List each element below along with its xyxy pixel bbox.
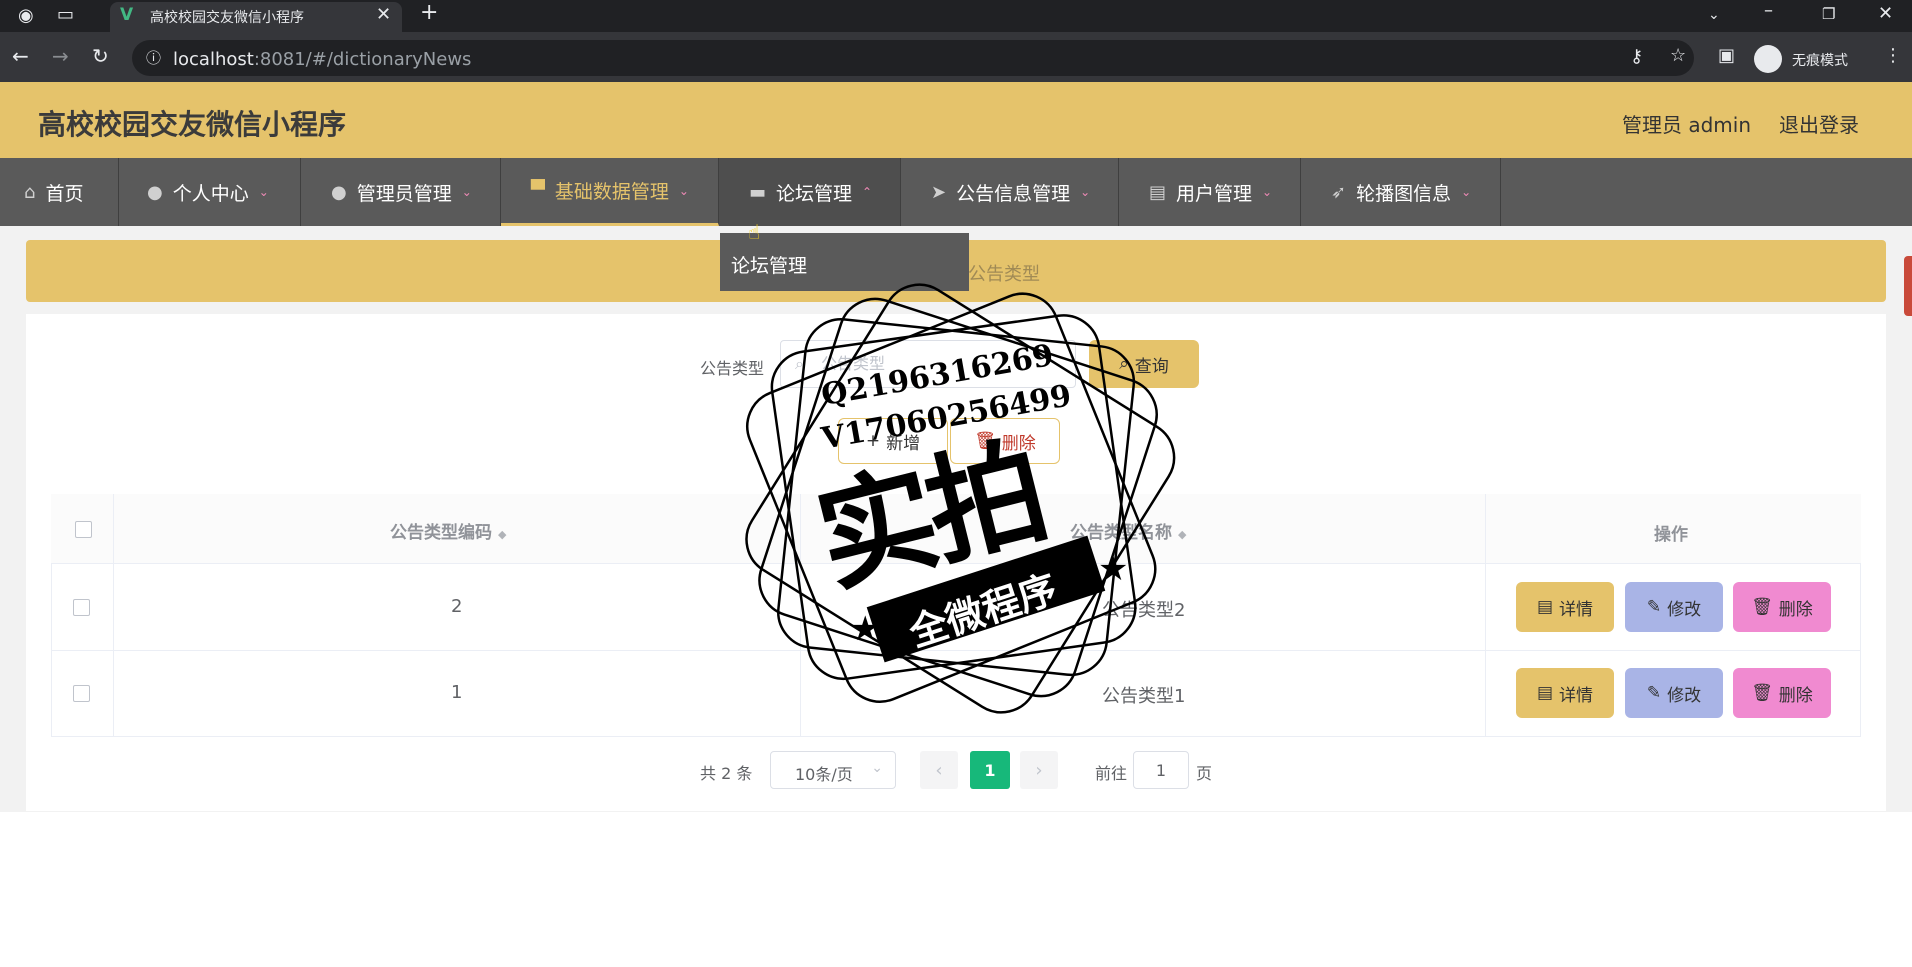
- detail-label: 详情: [1559, 685, 1594, 706]
- detail-button[interactable]: ▤ 详情: [1516, 668, 1614, 718]
- close-window-icon[interactable]: ✕: [1878, 5, 1893, 23]
- page-suffix: 页: [1196, 764, 1213, 783]
- navigation-icon: ➶: [1331, 181, 1347, 203]
- chevron-down-icon: ⌄: [871, 760, 883, 776]
- nav-item-admin-management[interactable]: ● 管理员管理 ⌄: [301, 158, 501, 226]
- trash-icon: 🗑: [1751, 683, 1773, 703]
- column-divider: [1485, 494, 1486, 737]
- nav-label: 管理员管理: [356, 182, 452, 205]
- pagination-total: 共 2 条: [700, 764, 753, 783]
- edit-label: 修改: [1667, 685, 1702, 706]
- nav-label: 用户管理: [1176, 182, 1253, 205]
- scrollbar-thumb[interactable]: [1904, 256, 1912, 316]
- delete-button[interactable]: 🗑 删除: [1733, 582, 1831, 632]
- incognito-icon[interactable]: [1754, 45, 1782, 73]
- user-icon: ●: [331, 181, 347, 203]
- chevron-down-icon: ⌄: [1461, 185, 1472, 199]
- logout-link[interactable]: 退出登录: [1779, 109, 1859, 138]
- edit-label: 修改: [1667, 599, 1702, 620]
- page-size-select[interactable]: 10条/页 ⌄: [770, 751, 896, 789]
- back-icon[interactable]: ←: [12, 46, 29, 66]
- select-all-checkbox[interactable]: [75, 521, 92, 538]
- page-size-value: 10条/页: [795, 765, 853, 784]
- reload-icon[interactable]: ↻: [92, 46, 109, 66]
- row-code: 2: [451, 596, 463, 617]
- column-header-code[interactable]: 公告类型编码 ◆: [390, 518, 506, 543]
- briefcase-icon: ▬: [749, 181, 767, 203]
- goto-page-input[interactable]: 1: [1133, 751, 1189, 789]
- delete-label: 删除: [1778, 599, 1813, 620]
- nav-label: 个人中心: [172, 182, 249, 205]
- chevron-left-icon: ‹: [935, 759, 943, 781]
- key-icon[interactable]: ⚷: [1630, 48, 1643, 66]
- nav-item-forum[interactable]: ▬ 论坛管理 ⌃: [719, 158, 901, 226]
- delete-label: 删除: [1778, 685, 1813, 706]
- minimize-icon[interactable]: –: [1764, 2, 1773, 20]
- row-checkbox[interactable]: [73, 599, 90, 616]
- close-tab-icon[interactable]: ✕: [376, 6, 391, 24]
- chevron-right-icon: ›: [1035, 759, 1043, 781]
- nav-label: 论坛管理: [776, 182, 853, 205]
- tab-search-icon[interactable]: ⌄: [1708, 6, 1720, 24]
- nav-item-base-data[interactable]: ▀ 基础数据管理 ⌄: [501, 158, 719, 226]
- nav-label: 公告信息管理: [956, 182, 1071, 205]
- nav-item-home[interactable]: ⌂ 首页: [0, 158, 119, 226]
- detail-button[interactable]: ▤ 详情: [1516, 582, 1614, 632]
- document-icon: ▤: [1536, 597, 1554, 617]
- trash-icon: 🗑: [1751, 597, 1773, 617]
- new-tab-icon[interactable]: +: [420, 2, 438, 24]
- edit-button[interactable]: ✎ 修改: [1625, 668, 1723, 718]
- current-page[interactable]: 1: [970, 751, 1010, 789]
- chevron-up-icon: ⌃: [862, 185, 873, 199]
- next-page-button[interactable]: ›: [1020, 751, 1058, 789]
- chevron-down-icon: ⌄: [678, 183, 689, 198]
- nav-item-announcements[interactable]: ➤ 公告信息管理 ⌄: [901, 158, 1119, 226]
- nav-label: 基础数据管理: [554, 181, 669, 203]
- send-icon: ➤: [931, 181, 947, 203]
- column-divider: [113, 494, 114, 737]
- nav-label: 首页: [45, 182, 84, 205]
- admin-user-label: 管理员 admin: [1622, 113, 1752, 137]
- brush-icon: ▀: [531, 180, 545, 201]
- incognito-label: 无痕模式: [1792, 53, 1848, 69]
- sort-icon[interactable]: ◆: [498, 528, 506, 541]
- edit-button[interactable]: ✎ 修改: [1625, 582, 1723, 632]
- row-code: 1: [451, 682, 463, 703]
- column-header-operations: 操作: [1654, 525, 1688, 545]
- detail-label: 详情: [1559, 599, 1594, 620]
- nav-label: 轮播图信息: [1356, 182, 1452, 205]
- prev-page-button[interactable]: ‹: [920, 751, 958, 789]
- tab-title: 高校校园交友微信小程序: [150, 10, 304, 26]
- tab-overview-icon[interactable]: ▭: [57, 6, 74, 24]
- goto-label: 前往: [1095, 764, 1128, 783]
- vue-logo-icon: V: [120, 5, 134, 25]
- app-title: 高校校园交友微信小程序: [38, 108, 347, 141]
- row-checkbox[interactable]: [73, 685, 90, 702]
- side-panel-icon[interactable]: ▣: [1718, 47, 1735, 65]
- delete-button[interactable]: 🗑 删除: [1733, 668, 1831, 718]
- restore-icon[interactable]: ❐: [1822, 5, 1835, 23]
- nav-item-personal-center[interactable]: ● 个人中心 ⌄: [119, 158, 301, 226]
- chevron-down-icon: ⌄: [1080, 185, 1091, 199]
- globe-icon[interactable]: ◉: [18, 7, 34, 25]
- pointer-cursor-icon: ☝: [748, 220, 761, 244]
- menu-icon[interactable]: ⋮: [1884, 47, 1902, 65]
- clipboard-icon: ▤: [1149, 181, 1167, 203]
- bookmark-star-icon[interactable]: ☆: [1670, 47, 1686, 65]
- pencil-icon: ✎: [1646, 683, 1662, 703]
- nav-item-users[interactable]: ▤ 用户管理 ⌄: [1119, 158, 1301, 226]
- chevron-down-icon: ⌄: [1262, 185, 1273, 199]
- pencil-icon: ✎: [1646, 597, 1662, 617]
- url-text[interactable]: localhost:8081/#/dictionaryNews: [173, 49, 471, 70]
- document-icon: ▤: [1536, 683, 1554, 703]
- site-info-icon[interactable]: ⓘ: [146, 49, 161, 67]
- home-icon: ⌂: [24, 181, 36, 203]
- nav-item-carousel[interactable]: ➶ 轮播图信息 ⌄: [1301, 158, 1501, 226]
- user-icon: ●: [147, 181, 163, 203]
- chevron-down-icon: ⌄: [258, 185, 269, 199]
- forward-icon[interactable]: →: [52, 46, 69, 66]
- chevron-down-icon: ⌄: [461, 185, 472, 199]
